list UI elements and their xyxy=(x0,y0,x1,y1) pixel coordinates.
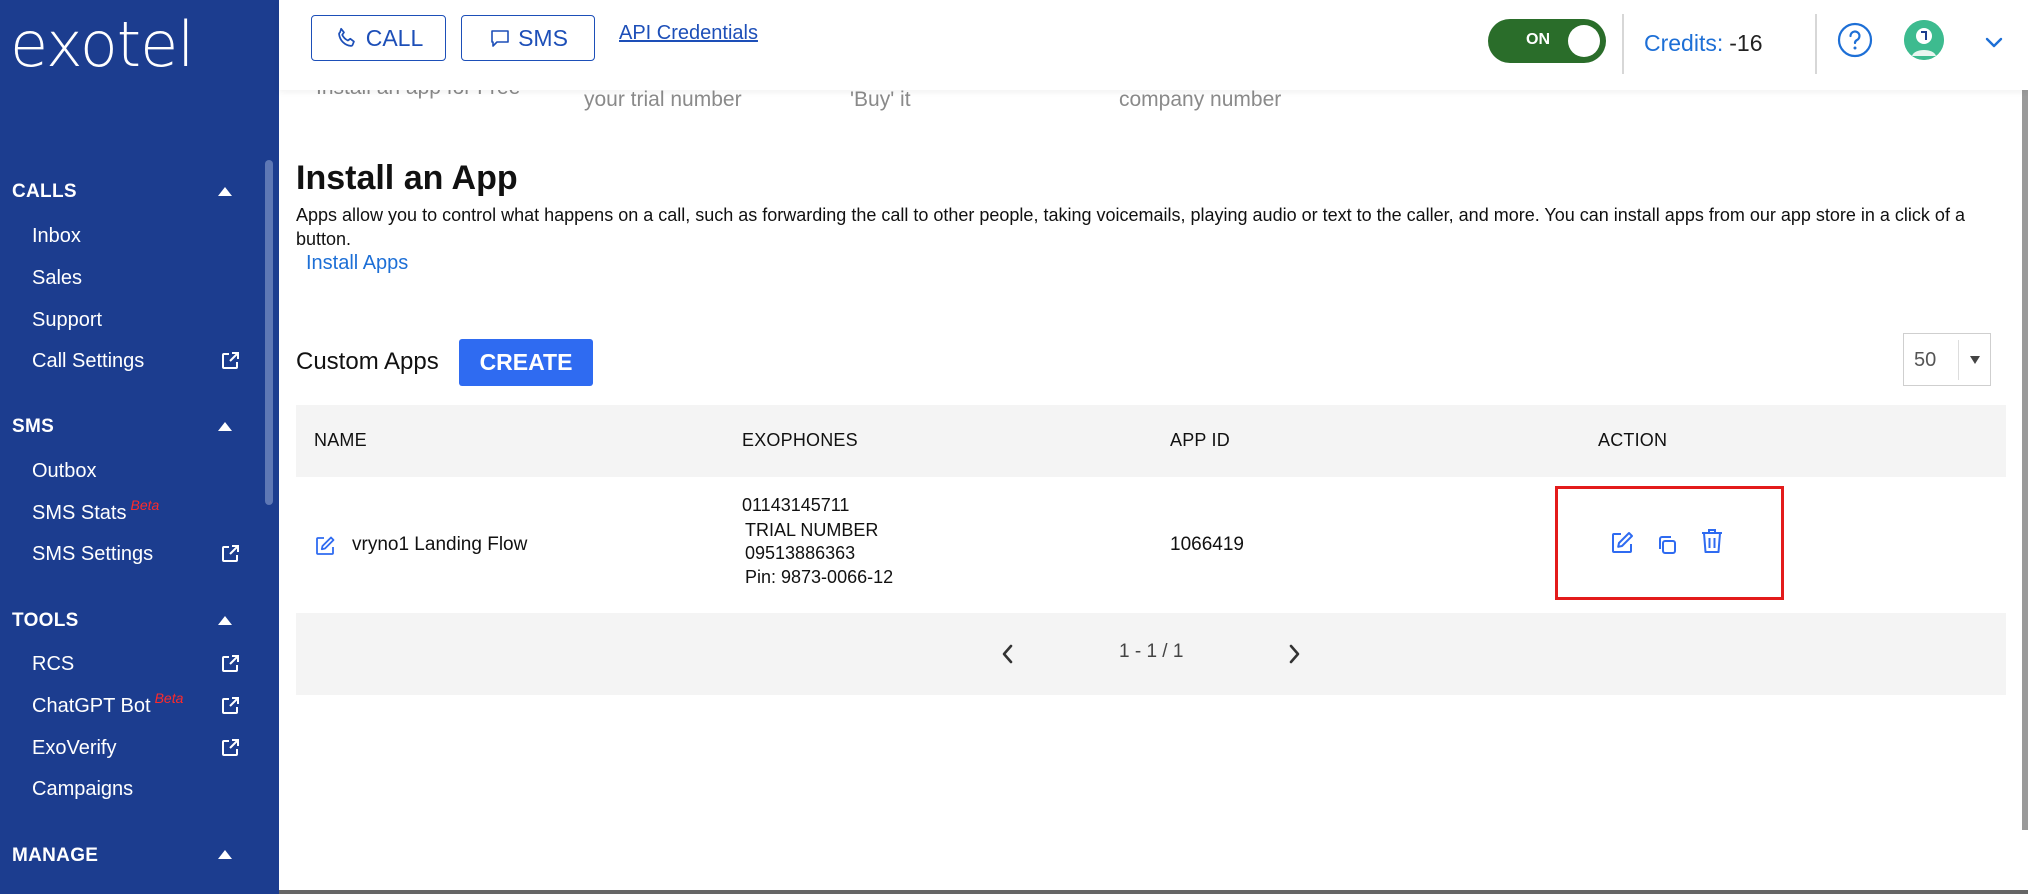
page-size-value: 50 xyxy=(1914,349,1937,371)
exophone-number: 01143145711 xyxy=(742,495,850,515)
sidebar-item-campaigns[interactable]: Campaigns xyxy=(32,772,262,806)
chevron-down-icon[interactable] xyxy=(1985,36,2003,48)
external-link-icon xyxy=(222,655,239,672)
sidebar-item-exoverify[interactable]: ExoVerify xyxy=(32,731,262,765)
collapse-manage-icon[interactable] xyxy=(218,850,232,859)
exotel-logo[interactable]: exotel xyxy=(10,10,194,80)
column-header-exophones: EXOPHONES xyxy=(742,430,858,450)
toggle-knob xyxy=(1568,25,1600,57)
app-id: 1066419 xyxy=(1170,534,1244,555)
column-header-app-id: APP ID xyxy=(1170,430,1230,450)
divider xyxy=(1815,14,1817,74)
sidebar-item-label: Campaigns xyxy=(32,777,134,800)
install-app-title: Install an App xyxy=(296,159,518,197)
dropdown-arrow-icon xyxy=(1970,356,1980,364)
message-icon xyxy=(491,30,509,47)
section-header-calls[interactable]: CALLS xyxy=(12,181,77,203)
sidebar-item-label: Outbox xyxy=(32,459,97,482)
section-header-manage[interactable]: MANAGE xyxy=(12,845,98,867)
window-bottom-border xyxy=(279,890,2028,894)
sidebar-scrollbar[interactable] xyxy=(265,160,273,505)
external-link-icon xyxy=(222,739,239,756)
column-header-name: NAME xyxy=(314,430,367,450)
highlight-box xyxy=(1555,486,1784,600)
chevron-left-icon[interactable] xyxy=(1001,643,1015,665)
sidebar-item-inbox[interactable]: Inbox xyxy=(32,219,262,253)
sidebar-item-label: SMS Settings xyxy=(32,542,154,565)
create-button[interactable]: CREATE xyxy=(459,339,593,386)
sidebar-item-label: ExoVerify xyxy=(32,736,117,759)
sidebar-item-label: RCS xyxy=(32,652,75,675)
help-icon[interactable] xyxy=(1837,22,1873,58)
pagination-text: 1 - 1 / 1 xyxy=(1119,641,1184,662)
call-button[interactable]: CALL xyxy=(311,15,446,61)
app-root: exotel CALLS Inbox Sales Support Call Se… xyxy=(0,0,2028,894)
external-link-icon xyxy=(222,697,239,714)
sidebar-item-label: Call Settings xyxy=(32,349,145,372)
credits-display: Credits: -16 xyxy=(1644,30,1763,57)
divider xyxy=(1622,14,1624,74)
sidebar-item-label: Inbox xyxy=(32,224,81,247)
call-button-label: CALL xyxy=(365,24,424,51)
sms-button-label: SMS xyxy=(518,24,568,51)
top-bar: CALL SMS API Credentials ON Credits: -16 xyxy=(279,0,2028,90)
api-credentials-link[interactable]: API Credentials xyxy=(619,22,758,45)
avatar-image-icon xyxy=(1904,20,1944,60)
sms-button[interactable]: SMS xyxy=(461,15,595,61)
trial-pin: Pin: 9873-0066-12 xyxy=(745,567,894,587)
sidebar-item-sms-settings[interactable]: SMS Settings xyxy=(32,537,262,571)
sidebar-item-sms-stats[interactable]: SMS Stats Beta xyxy=(32,496,262,530)
step-label: company number xyxy=(1119,88,1282,111)
sidebar-item-sales[interactable]: Sales xyxy=(32,261,262,295)
user-avatar[interactable] xyxy=(1904,20,1944,60)
sidebar-item-label: Sales xyxy=(32,266,83,289)
credits-label: Credits: xyxy=(1644,30,1724,56)
sidebar-item-label: ChatGPT Bot xyxy=(32,694,151,717)
select-divider xyxy=(1958,340,1959,380)
install-app-section: Install an App Apps allow you to control… xyxy=(296,159,2006,277)
credits-value: -16 xyxy=(1729,30,1763,56)
sidebar-item-label: SMS Stats xyxy=(32,501,127,524)
trial-number: 09513886363 xyxy=(745,543,856,563)
sidebar-item-support[interactable]: Support xyxy=(32,303,262,337)
section-header-tools[interactable]: TOOLS xyxy=(12,610,79,632)
page-size-select[interactable]: 50 xyxy=(1903,333,1991,386)
step-label: 'Buy' it xyxy=(850,88,911,111)
sidebar-item-rcs[interactable]: RCS xyxy=(32,647,262,681)
sidebar-item-label: Support xyxy=(32,308,103,331)
app-name[interactable]: vryno1 Landing Flow xyxy=(352,534,527,556)
step-label: your trial number xyxy=(584,88,742,111)
pagination-bar: 1 - 1 / 1 xyxy=(296,613,2006,695)
collapse-tools-icon[interactable] xyxy=(218,616,232,625)
phone-icon xyxy=(337,27,355,47)
chevron-right-icon[interactable] xyxy=(1287,643,1301,665)
toggle-label: ON xyxy=(1526,31,1550,48)
sidebar-item-call-settings[interactable]: Call Settings xyxy=(32,344,262,378)
sidebar-item-chatgpt-bot[interactable]: ChatGPT Bot Beta xyxy=(32,689,262,723)
beta-badge: Beta xyxy=(130,497,160,513)
external-link-icon xyxy=(222,352,239,369)
column-header-action: ACTION xyxy=(1598,430,1668,450)
sidebar-item-outbox[interactable]: Outbox xyxy=(32,454,262,488)
install-apps-link[interactable]: Install Apps xyxy=(306,252,408,275)
install-app-description: Apps allow you to control what happens o… xyxy=(296,205,1965,249)
section-header-sms[interactable]: SMS xyxy=(12,416,54,438)
edit-icon[interactable] xyxy=(314,535,336,557)
sidebar: exotel CALLS Inbox Sales Support Call Se… xyxy=(0,0,279,894)
custom-apps-title: Custom Apps xyxy=(296,348,439,375)
trial-number-label: TRIAL NUMBER xyxy=(745,520,879,540)
table-header: NAME EXOPHONES APP ID ACTION xyxy=(296,405,2006,477)
collapse-sms-icon[interactable] xyxy=(218,422,232,431)
external-link-icon xyxy=(222,545,239,562)
collapse-calls-icon[interactable] xyxy=(218,187,232,196)
status-toggle[interactable]: ON xyxy=(1488,19,1606,63)
window-scrollbar[interactable] xyxy=(2022,0,2028,830)
beta-badge: Beta xyxy=(154,690,184,706)
